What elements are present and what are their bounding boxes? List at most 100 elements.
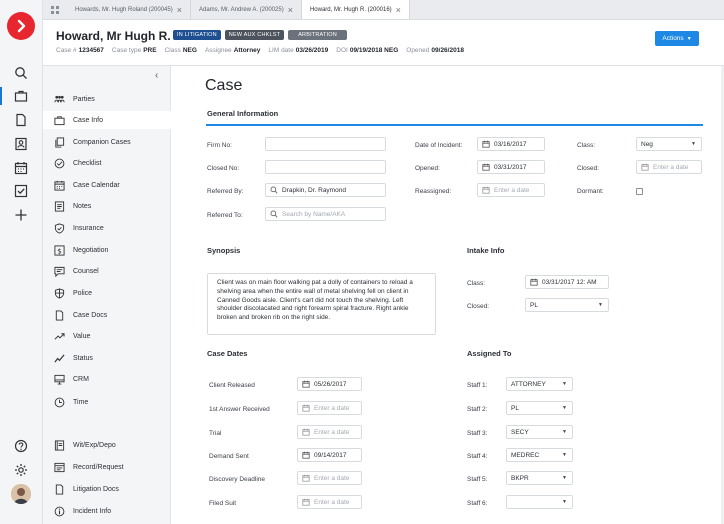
tabs-grid-button[interactable] (43, 0, 67, 19)
intake-class-input[interactable]: 03/31/2017 12: AM (525, 275, 609, 289)
rail-settings-button[interactable] (12, 461, 30, 479)
sidebar-item-label: Companion Cases (73, 138, 131, 146)
dormant-label: Dormant: (577, 188, 604, 195)
status-badge: IN LITIGATION (173, 30, 221, 40)
sidebar-item-label: Time (73, 398, 89, 406)
intake-class-label: Class: (467, 280, 486, 287)
trial-input[interactable]: Enter a date (297, 425, 362, 439)
sidebar-item-parties[interactable]: Parties (43, 90, 171, 108)
tab-case-howard[interactable]: Howard, Mr. Hugh R. (200016) × (301, 0, 410, 19)
rail-add-button[interactable] (12, 206, 30, 224)
check-circle-icon (54, 158, 65, 168)
tab-label: Howards, Mr. Hugh Roland (200045) (75, 6, 173, 13)
discovery-deadline-input[interactable]: Enter a date (297, 471, 362, 485)
rail-contacts-button[interactable] (12, 135, 30, 153)
meta-case-number: Case #1234567 (56, 47, 104, 54)
staff-3-select[interactable]: SECY ▼ (506, 425, 573, 439)
staff-2-select[interactable]: PL ▼ (506, 401, 573, 415)
sidebar-item-notes[interactable]: Notes (43, 197, 171, 215)
first-answer-input[interactable]: Enter a date (297, 401, 362, 415)
sidebar-item-time[interactable]: Time (43, 393, 171, 411)
rail-calendar-button[interactable] (12, 159, 30, 177)
calendar-icon (302, 474, 310, 482)
app-logo[interactable] (7, 12, 35, 40)
closed-date-input[interactable]: Enter a date (636, 160, 702, 174)
sidebar-item-checklist[interactable]: Checklist (43, 154, 171, 172)
rail-help-button[interactable] (12, 437, 30, 455)
sidebar-item-companion-cases[interactable]: Companion Cases (43, 133, 171, 151)
staff-6-select[interactable]: ▼ (506, 495, 573, 509)
intake-closed-select[interactable]: PL ▼ (525, 298, 609, 312)
demand-sent-input[interactable]: 09/14/2017 (297, 448, 362, 462)
case-date-label: Trial (209, 430, 222, 437)
sidebar-item-label: Checklist (73, 159, 102, 167)
sidebar-item-record-request[interactable]: Record/Request (43, 458, 171, 476)
referred-by-input[interactable]: Drapkin, Dr. Raymond (265, 183, 386, 197)
briefcase-icon (54, 115, 65, 125)
reassigned-input[interactable]: Enter a date (477, 183, 545, 197)
tab-case-adams[interactable]: Adams, Mr. Andrew A. (200025) × (191, 0, 302, 19)
sidebar-item-crm[interactable]: CRM (43, 370, 171, 388)
synopsis-textarea[interactable]: Client was on main floor walking pat a d… (207, 273, 436, 335)
staff-4-select[interactable]: MEDREC ▼ (506, 448, 573, 462)
calendar-icon (302, 380, 310, 388)
user-avatar[interactable] (11, 484, 31, 504)
closed-no-input[interactable] (265, 160, 386, 174)
document-icon (16, 113, 26, 127)
gear-icon (15, 464, 27, 476)
sidebar-item-value[interactable]: Value (43, 327, 171, 345)
firm-no-input[interactable] (265, 137, 386, 151)
rail-search-button[interactable] (12, 64, 30, 82)
rail-cases-button[interactable] (0, 87, 30, 105)
grid-icon (51, 5, 59, 14)
sidebar-item-incident-info[interactable]: Incident Info (43, 502, 171, 520)
dollar-icon: $ (54, 244, 65, 256)
actions-button[interactable]: Actions ▼ (655, 31, 699, 46)
sidebar-item-negotiation[interactable]: $ Negotiation (43, 241, 171, 259)
sidebar-item-label: Case Info (73, 116, 103, 124)
staff-1-select[interactable]: ATTORNEY ▼ (506, 377, 573, 391)
sidebar-item-insurance[interactable]: Insurance (43, 219, 171, 237)
client-released-input[interactable]: 05/26/2017 (297, 377, 362, 391)
date-of-incident-input[interactable]: 03/16/2017 (477, 137, 545, 151)
sidebar-item-police[interactable]: Police (43, 284, 171, 302)
close-icon[interactable]: × (396, 5, 401, 15)
sidebar-item-label: Value (73, 332, 91, 340)
actions-label: Actions (662, 35, 684, 42)
caret-down-icon: ▼ (562, 429, 567, 435)
staff-5-select[interactable]: BKPR ▼ (506, 471, 573, 485)
intake-closed-label: Closed: (467, 303, 490, 310)
chevron-left-icon: ‹ (155, 70, 159, 81)
case-date-label: Discovery Deadline (209, 476, 265, 483)
calendar-icon (530, 278, 538, 286)
sidebar-item-case-calendar[interactable]: Case Calendar (43, 176, 171, 194)
sidebar-item-litigation-docs[interactable]: Litigation Docs (43, 480, 171, 498)
sidebar-item-wit-exp-depo[interactable]: Wit/Exp/Depo (43, 436, 171, 454)
sidebar-item-case-info[interactable]: Case Info (43, 111, 171, 129)
sidebar-item-case-docs[interactable]: Case Docs (43, 306, 171, 324)
rail-documents-button[interactable] (12, 111, 30, 129)
sidebar-item-status[interactable]: Status (43, 349, 171, 367)
filed-suit-input[interactable]: Enter a date (297, 495, 362, 509)
opened-input[interactable]: 03/31/2017 (477, 160, 545, 174)
case-sidebar: ‹ Parties Case Info Companion Cases Chec… (43, 66, 171, 524)
case-meta: Case #1234567 Case type PRE Class NEG Assi… (56, 47, 464, 54)
sidebar-item-counsel[interactable]: Counsel (43, 262, 171, 280)
calendar-icon (482, 186, 490, 194)
staff-label: Staff 5: (467, 476, 488, 483)
calendar-icon (482, 163, 490, 171)
case-date-label: Filed Suit (209, 500, 237, 507)
close-icon[interactable]: × (177, 5, 182, 15)
dormant-checkbox[interactable] (636, 188, 643, 195)
meta-class: Class NEG (164, 47, 197, 54)
collapse-sidebar-button[interactable]: ‹ (155, 70, 158, 81)
people-icon (54, 95, 65, 102)
rail-tasks-button[interactable] (12, 182, 30, 200)
close-icon[interactable]: × (288, 5, 293, 15)
tab-case-howards[interactable]: Howards, Mr. Hugh Roland (200045) × (67, 0, 191, 19)
referred-to-input[interactable]: Search by Name/AKA (265, 207, 386, 221)
staff-label: Staff 2: (467, 406, 488, 413)
calendar-icon (302, 404, 310, 412)
case-dates-title: Case Dates (207, 349, 248, 358)
class-select[interactable]: Neg ▼ (636, 137, 702, 151)
